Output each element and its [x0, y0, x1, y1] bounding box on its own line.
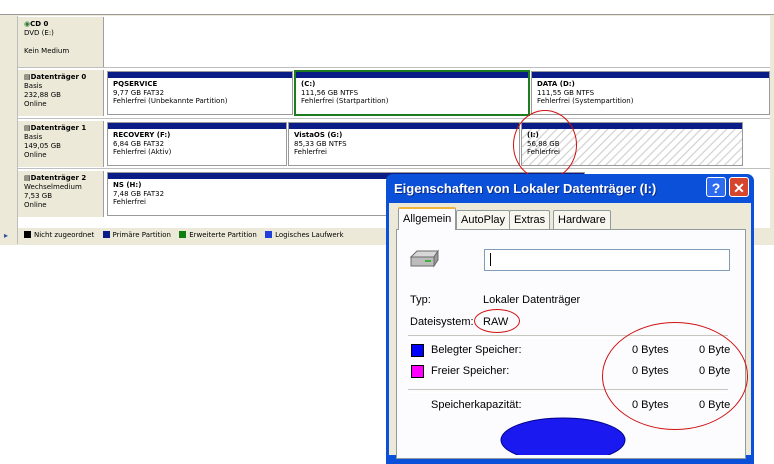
- free-space-label: Freier Speicher:: [431, 365, 510, 377]
- volume-name-input[interactable]: [484, 249, 730, 271]
- tab-extras[interactable]: Extras: [509, 210, 551, 229]
- annotation-circle: [513, 110, 577, 180]
- filesystem-label: Dateisystem:: [410, 316, 474, 328]
- row-divider: [18, 168, 770, 169]
- used-space-swatch: [411, 344, 424, 357]
- row-divider: [18, 118, 770, 119]
- left-strip: [0, 16, 18, 244]
- tab-autoplay[interactable]: AutoPlay: [456, 210, 511, 229]
- usage-pie-chart: [500, 417, 626, 455]
- partition-recovery[interactable]: RECOVERY (F:) 6,84 GB FAT32 Fehlerfrei (…: [107, 122, 287, 166]
- partition-vistaos[interactable]: VistaOS (G:) 85,33 GB NTFS Fehlerfrei: [288, 122, 520, 166]
- disk-label-cd0[interactable]: ◉CD 0 DVD (E:) Kein Medium: [18, 17, 104, 67]
- legend-swatch: [102, 231, 110, 238]
- legend-swatch: [179, 231, 187, 238]
- usb-drive-icon: ▤: [24, 174, 31, 182]
- type-label: Typ:: [410, 294, 431, 306]
- help-button[interactable]: ?: [706, 177, 726, 197]
- legend-swatch: [24, 231, 31, 238]
- close-button[interactable]: ✕: [729, 177, 749, 197]
- text-cursor: [490, 253, 491, 266]
- annotation-circle: [602, 322, 748, 430]
- drive-icon: [409, 249, 439, 268]
- type-value: Lokaler Datenträger: [483, 294, 581, 306]
- disk-label-1[interactable]: ▤Datenträger 1 Basis 149,05 GB Online: [18, 121, 104, 167]
- annotation-circle: [474, 309, 520, 333]
- used-space-label: Belegter Speicher:: [431, 344, 522, 356]
- tab-allgemein[interactable]: Allgemein: [398, 207, 457, 230]
- expand-arrow-icon[interactable]: ▸: [4, 231, 8, 240]
- partition-pqservice[interactable]: PQSERVICE 9,77 GB FAT32 Fehlerfrei (Unbe…: [107, 71, 293, 115]
- partition-d[interactable]: DATA (D:) 111,55 GB NTFS Fehlerfrei (Sys…: [531, 71, 770, 115]
- disk-label-2[interactable]: ▤Datenträger 2 Wechselmedium 7,53 GB Onl…: [18, 171, 104, 217]
- free-space-swatch: [411, 365, 424, 378]
- partition-c[interactable]: (C:) 111,56 GB NTFS Fehlerfrei (Startpar…: [294, 70, 530, 116]
- tab-hardware[interactable]: Hardware: [553, 210, 611, 229]
- hard-disk-icon: ▤: [24, 73, 31, 81]
- capacity-label: Speicherkapazität:: [431, 399, 522, 411]
- vertical-scrollbar[interactable]: [770, 16, 774, 244]
- legend-swatch: [265, 231, 273, 238]
- hard-disk-icon: ▤: [24, 124, 31, 132]
- row-divider: [18, 67, 770, 68]
- disk-label-0[interactable]: ▤Datenträger 0 Basis 232,88 GB Online: [18, 70, 104, 116]
- top-bar: [0, 0, 774, 15]
- dialog-title: Eigenschaften von Lokaler Datenträger (I…: [394, 181, 657, 196]
